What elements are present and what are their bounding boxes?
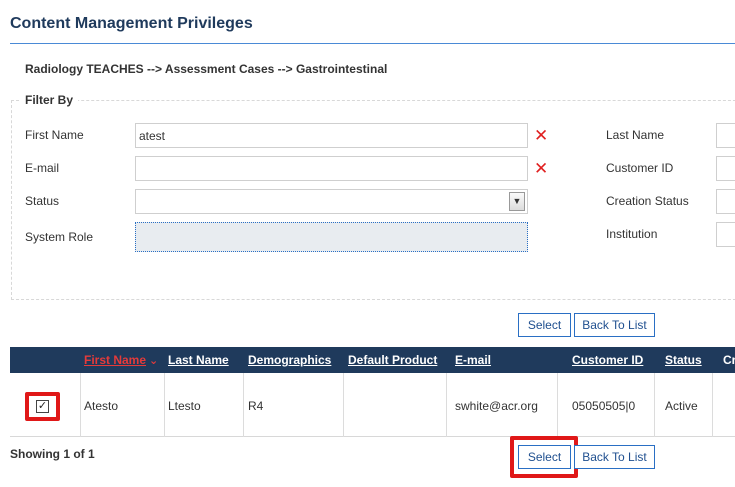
institution-input[interactable] (716, 222, 735, 247)
status-select[interactable]: ▼ (135, 189, 528, 214)
select-button-bottom[interactable]: Select (518, 445, 571, 469)
email-label: E-mail (25, 161, 60, 175)
first-name-input[interactable] (135, 123, 528, 148)
column-divider (654, 373, 655, 437)
cell-demographics: R4 (248, 399, 264, 413)
checkmark-icon: ✓ (37, 400, 48, 412)
title-underline (10, 43, 735, 44)
column-divider (712, 373, 713, 437)
select-button-top[interactable]: Select (518, 313, 571, 337)
filter-legend: Filter By (20, 93, 79, 107)
column-header-last-name[interactable]: Last Name (168, 353, 229, 367)
row-select-checkbox[interactable]: ✓ (36, 400, 49, 413)
cell-first-name: Atesto (84, 399, 119, 413)
column-divider (80, 373, 81, 437)
sort-down-icon: ⌄ (149, 355, 159, 367)
chevron-down-icon[interactable]: ▼ (509, 192, 525, 211)
creation-status-label: Creation Status (606, 194, 689, 208)
column-divider (446, 373, 447, 437)
cell-email: swhite@acr.org (455, 399, 538, 413)
last-name-label: Last Name (606, 128, 665, 142)
back-to-list-button-top[interactable]: Back To List (574, 313, 655, 337)
column-header-default-product[interactable]: Default Product (348, 353, 437, 367)
results-count: Showing 1 of 1 (10, 447, 95, 461)
column-header-customer-id[interactable]: Customer ID (572, 353, 643, 367)
cell-customer-id: 05050505|0 (572, 399, 636, 413)
column-header-demographics[interactable]: Demographics (248, 353, 331, 367)
customer-id-input[interactable] (716, 156, 735, 181)
cell-last-name: Ltesto (168, 399, 201, 413)
column-header-cr[interactable]: Cr (723, 353, 735, 367)
last-name-input[interactable] (716, 123, 735, 148)
system-role-field[interactable] (135, 222, 528, 252)
column-header-status[interactable]: Status (665, 353, 702, 367)
clear-email-icon[interactable]: ✕ (534, 160, 548, 177)
status-label: Status (25, 194, 60, 208)
institution-label: Institution (606, 227, 658, 241)
customer-id-label: Customer ID (606, 161, 674, 175)
column-divider (557, 373, 558, 437)
page-title: Content Management Privileges (10, 15, 253, 32)
column-header-email[interactable]: E-mail (455, 353, 491, 367)
column-divider (243, 373, 244, 437)
back-to-list-button-bottom[interactable]: Back To List (574, 445, 655, 469)
email-input[interactable] (135, 156, 528, 181)
column-header-first-name[interactable]: First Name ⌄ (84, 353, 158, 367)
first-name-label: First Name (25, 128, 84, 142)
breadcrumb: Radiology TEACHES --> Assessment Cases -… (25, 62, 388, 76)
creation-status-input[interactable] (716, 189, 735, 214)
clear-first-name-icon[interactable]: ✕ (534, 127, 548, 144)
system-role-label: System Role (25, 230, 94, 244)
cell-status: Active (665, 399, 698, 413)
column-divider (343, 373, 344, 437)
column-divider (164, 373, 165, 437)
